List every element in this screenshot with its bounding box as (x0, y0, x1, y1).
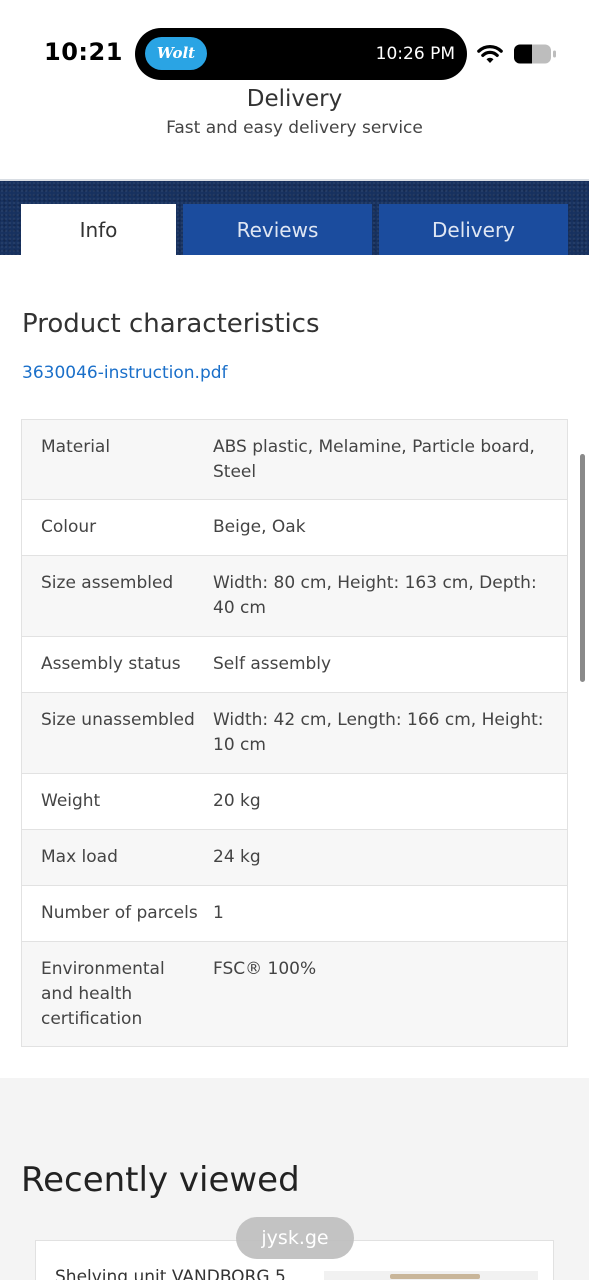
url-bar[interactable]: jysk.ge (236, 1217, 354, 1259)
spec-value: Beige, Oak (213, 517, 306, 537)
recently-viewed-title: Recently viewed (21, 1160, 300, 1200)
spec-label: Size unassembled (41, 710, 195, 730)
status-time: 10:21 (44, 38, 123, 66)
spec-table: Material ABS plastic, Melamine, Particle… (21, 419, 568, 1047)
header-title: Delivery (246, 86, 343, 112)
spec-value: Width: 80 cm, Height: 163 cm, Depth: 40 … (213, 573, 537, 618)
tab-bar: Info Reviews Delivery (0, 181, 589, 255)
spec-row-size-assembled: Size assembled Width: 80 cm, Height: 163… (22, 556, 567, 637)
spec-value: Width: 42 cm, Length: 166 cm, Height: 10… (213, 710, 544, 755)
spec-value: 20 kg (213, 791, 261, 811)
spec-row-certification: Environmental and health certification F… (22, 942, 567, 1046)
spec-row-size-unassembled: Size unassembled Width: 42 cm, Length: 1… (22, 693, 567, 774)
spec-row-weight: Weight 20 kg (22, 774, 567, 830)
header-subtitle: Fast and easy delivery service (166, 118, 423, 138)
spec-label: Material (41, 437, 111, 457)
product-thumbnail[interactable] (324, 1271, 538, 1280)
shelf-image (390, 1274, 480, 1279)
scrollbar[interactable] (580, 454, 585, 682)
spec-row-parcels: Number of parcels 1 (22, 886, 567, 942)
wifi-icon (477, 45, 503, 63)
island-time: 10:26 PM (375, 44, 455, 64)
status-bar: 10:21 Wolt 10:26 PM (0, 0, 589, 90)
spec-row-max-load: Max load 24 kg (22, 830, 567, 886)
spec-row-assembly-status: Assembly status Self assembly (22, 637, 567, 693)
spec-label: Number of parcels (41, 903, 198, 923)
spec-label: Colour (41, 517, 97, 537)
battery-icon (514, 44, 556, 64)
spec-label: Size assembled (41, 573, 174, 593)
spec-label: Environmental and health certification (41, 959, 165, 1029)
instruction-pdf-link[interactable]: 3630046-instruction.pdf (22, 363, 228, 383)
dynamic-island[interactable]: Wolt 10:26 PM (135, 28, 467, 80)
spec-label: Weight (41, 791, 101, 811)
delivery-header: Delivery Fast and easy delivery service (0, 84, 589, 138)
section-title: Product characteristics (22, 309, 320, 339)
spec-value: Self assembly (213, 654, 332, 674)
spec-value: ABS plastic, Melamine, Particle board, S… (213, 437, 535, 482)
spec-label: Assembly status (41, 654, 181, 674)
spec-row-colour: Colour Beige, Oak (22, 500, 567, 556)
spec-row-material: Material ABS plastic, Melamine, Particle… (22, 420, 567, 500)
wolt-app-badge[interactable]: Wolt (145, 37, 207, 70)
tab-info[interactable]: Info (21, 204, 176, 255)
spec-value: 1 (213, 903, 224, 923)
spec-value: 24 kg (213, 847, 261, 867)
card-title[interactable]: Shelving unit VANDBORG 5 (55, 1267, 286, 1280)
spec-value: FSC® 100% (213, 959, 317, 979)
tab-delivery[interactable]: Delivery (379, 204, 568, 255)
tab-reviews[interactable]: Reviews (183, 204, 372, 255)
spec-label: Max load (41, 847, 118, 867)
